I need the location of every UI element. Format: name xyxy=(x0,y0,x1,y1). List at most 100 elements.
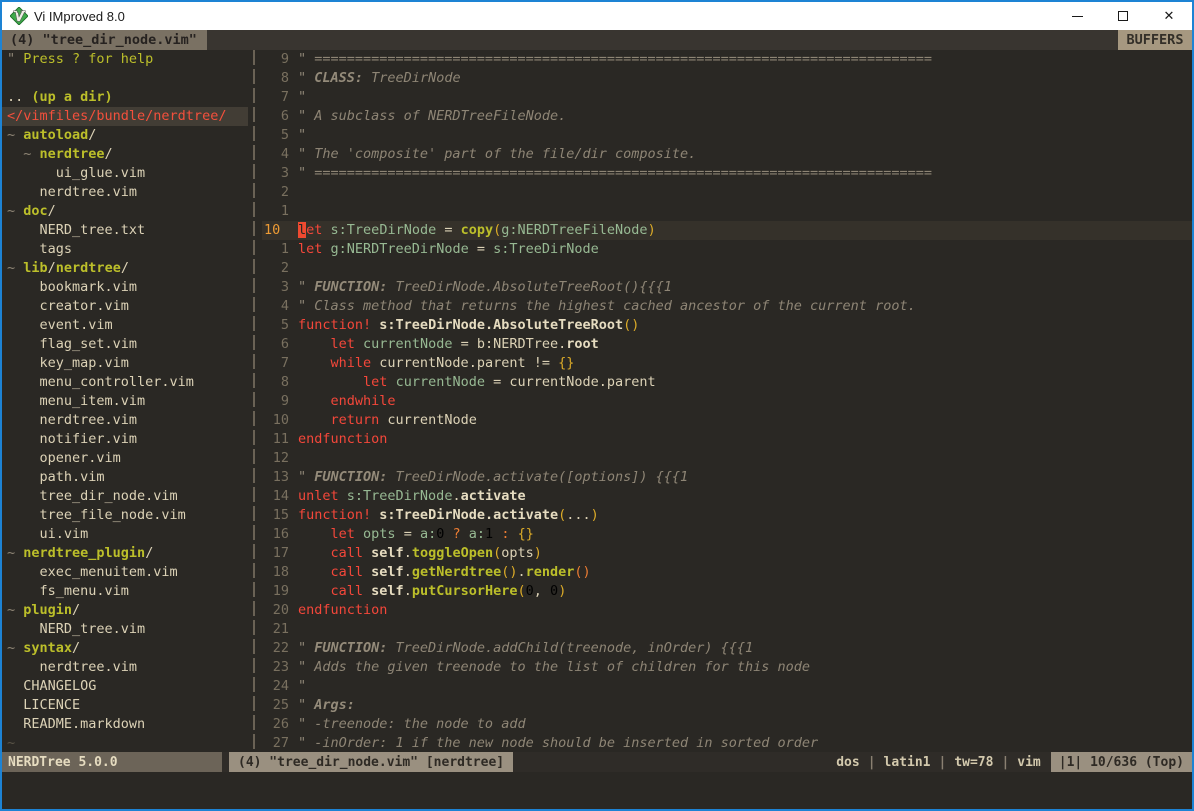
titlebar[interactable]: Vi IMproved 8.0 ✕ xyxy=(2,2,1192,30)
tree-row[interactable]: nerdtree.vim xyxy=(2,183,248,202)
line-number: 24 xyxy=(262,677,289,696)
token: . xyxy=(404,564,412,580)
tree-row[interactable]: ~ nerdtree/ xyxy=(2,145,248,164)
tree-row[interactable]: tree_file_node.vim xyxy=(2,506,248,525)
code-line[interactable]: 1let g:NERDTreeDirNode = s:TreeDirNode xyxy=(262,240,1192,259)
tree-row[interactable]: creator.vim xyxy=(2,297,248,316)
code-line[interactable]: 21 xyxy=(262,620,1192,639)
code-line[interactable]: 3" =====================================… xyxy=(262,164,1192,183)
tree-row[interactable]: " Press ? for help xyxy=(2,50,248,69)
token xyxy=(322,241,330,257)
code-line[interactable]: 5" xyxy=(262,126,1192,145)
tree-row[interactable]: flag_set.vim xyxy=(2,335,248,354)
code-line[interactable]: 13" FUNCTION: TreeDirNode.activate([opti… xyxy=(262,468,1192,487)
tree-row[interactable]: menu_item.vim xyxy=(2,392,248,411)
code-line[interactable]: 5function! s:TreeDirNode.AbsoluteTreeRoo… xyxy=(262,316,1192,335)
tree-row[interactable]: ~ xyxy=(2,734,248,752)
code-line[interactable]: 22" FUNCTION: TreeDirNode.addChild(treen… xyxy=(262,639,1192,658)
buffers-label: BUFFERS xyxy=(1118,30,1192,50)
window-separator[interactable] xyxy=(248,50,262,752)
tree-row[interactable]: ~ lib/nerdtree/ xyxy=(2,259,248,278)
tree-row[interactable]: tags xyxy=(2,240,248,259)
tree-row[interactable]: nerdtree.vim xyxy=(2,411,248,430)
tree-row[interactable]: fs_menu.vim xyxy=(2,582,248,601)
tree-row[interactable]: LICENCE xyxy=(2,696,248,715)
tree-row[interactable]: ~ autoload/ xyxy=(2,126,248,145)
code-line[interactable]: 16 let opts = a:0 ? a:1 : {} xyxy=(262,525,1192,544)
tree-row[interactable] xyxy=(2,69,248,88)
tree-row[interactable]: NERD_tree.vim xyxy=(2,620,248,639)
code-line[interactable]: 6" A subclass of NERDTreeFileNode. xyxy=(262,107,1192,126)
close-button[interactable]: ✕ xyxy=(1146,2,1192,30)
line-number: 22 xyxy=(262,639,289,658)
code-line[interactable]: 1 xyxy=(262,202,1192,221)
tree-row[interactable]: NERD_tree.txt xyxy=(2,221,248,240)
code-line[interactable]: 10let s:TreeDirNode = copy(g:NERDTreeFil… xyxy=(262,221,1192,240)
code-line[interactable]: 6 let currentNode = b:NERDTree.root xyxy=(262,335,1192,354)
code-line[interactable]: 11endfunction xyxy=(262,430,1192,449)
code-line[interactable]: 23" Adds the given treenode to the list … xyxy=(262,658,1192,677)
line-number: 25 xyxy=(262,696,289,715)
tree-row[interactable]: tree_dir_node.vim xyxy=(2,487,248,506)
nerdtree-panel[interactable]: " Press ? for help .. (up a dir)</vimfile… xyxy=(2,50,248,752)
code-line[interactable]: 7 while currentNode.parent != {} xyxy=(262,354,1192,373)
token: " xyxy=(298,640,314,656)
code-line[interactable]: 19 call self.putCursorHere(0, 0) xyxy=(262,582,1192,601)
code-line[interactable]: 8 let currentNode = currentNode.parent xyxy=(262,373,1192,392)
token: bookmark.vim xyxy=(7,279,137,295)
token: ~ xyxy=(7,735,15,751)
tree-row[interactable]: ~ doc/ xyxy=(2,202,248,221)
code-line[interactable]: 9 endwhile xyxy=(262,392,1192,411)
code-line[interactable]: 8" CLASS: TreeDirNode xyxy=(262,69,1192,88)
tree-row[interactable]: .. (up a dir) xyxy=(2,88,248,107)
tree-row[interactable]: key_map.vim xyxy=(2,354,248,373)
statusline-gap xyxy=(222,752,229,772)
token: {} xyxy=(518,526,534,542)
tree-row[interactable]: notifier.vim xyxy=(2,430,248,449)
tree-row[interactable]: README.markdown xyxy=(2,715,248,734)
code-line[interactable]: 10 return currentNode xyxy=(262,411,1192,430)
code-line[interactable]: 18 call self.getNerdtree().render() xyxy=(262,563,1192,582)
code-line[interactable]: 25" Args: xyxy=(262,696,1192,715)
tab-current[interactable]: (4) "tree_dir_node.vim" xyxy=(2,30,207,50)
token xyxy=(363,564,371,580)
token: ~ xyxy=(7,602,23,618)
token: / xyxy=(48,203,56,219)
token: call xyxy=(331,583,364,599)
code-line[interactable]: 15function! s:TreeDirNode.activate(...) xyxy=(262,506,1192,525)
code-line[interactable]: 9" =====================================… xyxy=(262,50,1192,69)
code-line[interactable]: 3" FUNCTION: TreeDirNode.AbsoluteTreeRoo… xyxy=(262,278,1192,297)
code-line[interactable]: 7" xyxy=(262,88,1192,107)
code-line[interactable]: 4" Class method that returns the highest… xyxy=(262,297,1192,316)
tree-row[interactable]: ui_glue.vim xyxy=(2,164,248,183)
token xyxy=(298,393,331,409)
code-line[interactable]: 2 xyxy=(262,259,1192,278)
tree-row[interactable]: ui.vim xyxy=(2,525,248,544)
tree-row[interactable]: ~ plugin/ xyxy=(2,601,248,620)
tree-row[interactable]: exec_menuitem.vim xyxy=(2,563,248,582)
code-line[interactable]: 26" -treenode: the node to add xyxy=(262,715,1192,734)
token: return xyxy=(331,412,380,428)
code-line[interactable]: 20endfunction xyxy=(262,601,1192,620)
tree-row[interactable]: menu_controller.vim xyxy=(2,373,248,392)
minimize-button[interactable] xyxy=(1054,2,1100,30)
code-line[interactable]: 14unlet s:TreeDirNode.activate xyxy=(262,487,1192,506)
code-line[interactable]: 27" -inOrder: 1 if the new node should b… xyxy=(262,734,1192,752)
editor-panel[interactable]: 9" =====================================… xyxy=(262,50,1192,752)
tree-row[interactable]: CHANGELOG xyxy=(2,677,248,696)
code-line[interactable]: 4" The 'composite' part of the file/dir … xyxy=(262,145,1192,164)
tree-row[interactable]: ~ syntax/ xyxy=(2,639,248,658)
tree-row[interactable]: </vimfiles/bundle/nerdtree/ xyxy=(2,107,248,126)
code-line[interactable]: 12 xyxy=(262,449,1192,468)
maximize-button[interactable] xyxy=(1100,2,1146,30)
code-line[interactable]: 17 call self.toggleOpen(opts) xyxy=(262,544,1192,563)
command-line[interactable] xyxy=(2,772,1192,809)
tree-row[interactable]: opener.vim xyxy=(2,449,248,468)
code-line[interactable]: 24" xyxy=(262,677,1192,696)
code-line[interactable]: 2 xyxy=(262,183,1192,202)
tree-row[interactable]: path.vim xyxy=(2,468,248,487)
tree-row[interactable]: ~ nerdtree_plugin/ xyxy=(2,544,248,563)
tree-row[interactable]: event.vim xyxy=(2,316,248,335)
tree-row[interactable]: nerdtree.vim xyxy=(2,658,248,677)
tree-row[interactable]: bookmark.vim xyxy=(2,278,248,297)
